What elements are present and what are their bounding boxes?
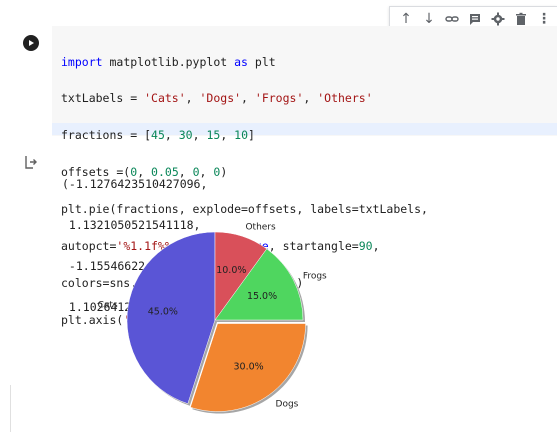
trash-icon: [516, 12, 526, 25]
arrow-up-icon: ↑: [400, 11, 412, 27]
pie-pct-frogs: 15.0%: [247, 291, 277, 302]
pie-pct-others: 10.0%: [216, 265, 246, 276]
code-editor[interactable]: import matplotlib.pyplot as plt txtLabel…: [52, 26, 557, 326]
pie-pct-cats: 45.0%: [148, 307, 178, 318]
output-icon[interactable]: [24, 155, 38, 169]
pie-label-dogs: Dogs: [276, 399, 299, 409]
more-vert-icon: ⋮: [537, 11, 551, 27]
pie-chart: Cats 45.0% Dogs 30.0% Frogs 15.0% Others 10.0%: [98, 222, 327, 414]
gear-icon: [491, 12, 505, 26]
play-icon: [29, 40, 34, 46]
output-divider: [10, 385, 11, 432]
pie-pct-dogs: 30.0%: [234, 361, 264, 372]
code-line: import matplotlib.pyplot as plt: [61, 54, 276, 69]
link-icon: [445, 16, 459, 22]
pie-label-frogs: Frogs: [303, 271, 327, 281]
pie-label-others: Others: [245, 222, 276, 232]
comment-icon: [470, 14, 480, 25]
run-cell-button[interactable]: [23, 35, 39, 51]
pie-label-cats: Cats: [98, 301, 118, 311]
code-cell: import matplotlib.pyplot as plt txtLabel…: [0, 26, 557, 326]
arrow-down-icon: ↓: [423, 11, 435, 27]
code-line: fractions = [45, 30, 15, 10]: [61, 128, 255, 143]
code-line: txtLabels = 'Cats', 'Dogs', 'Frogs', 'Ot…: [61, 91, 373, 106]
output-line: (-1.1276423510427096,: [62, 177, 208, 192]
